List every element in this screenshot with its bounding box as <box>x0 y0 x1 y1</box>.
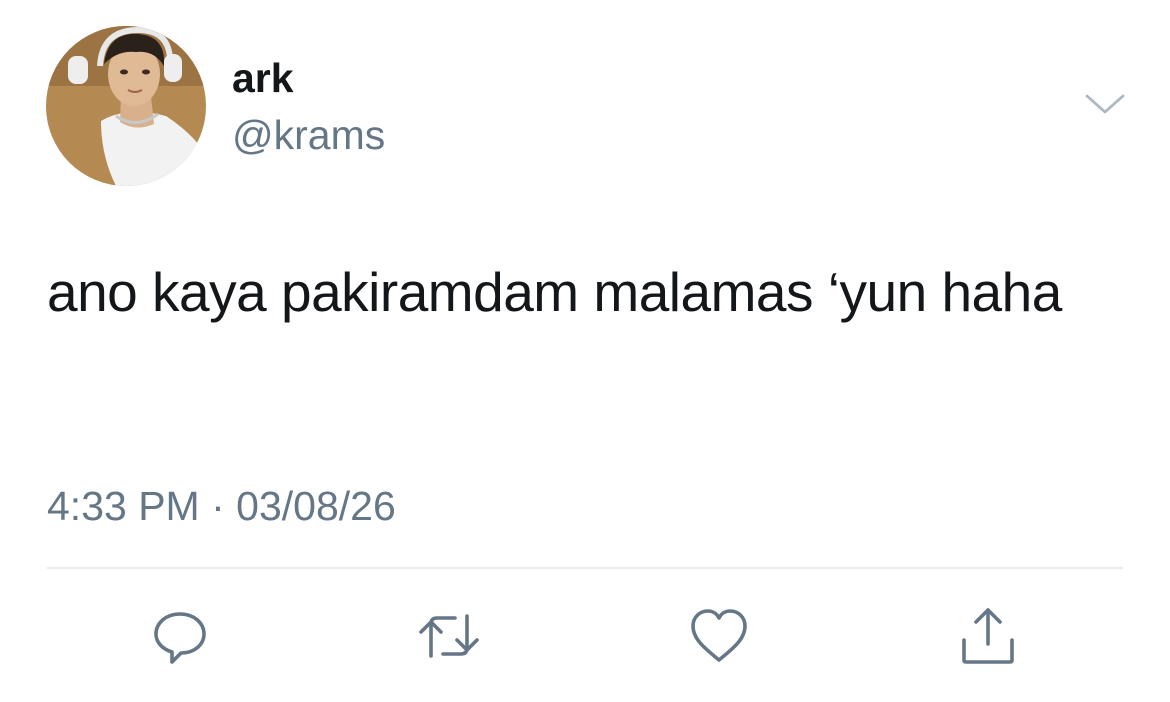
retweet-icon <box>419 614 479 658</box>
tweet-timestamp[interactable]: 4:33 PM · 03/08/26 <box>47 478 396 534</box>
tweet-text: ano kaya pakiramdam malamas ‘yun haha <box>47 261 1062 323</box>
meta-separator: · <box>211 483 225 529</box>
share-button[interactable] <box>956 604 1020 668</box>
divider <box>47 567 1123 569</box>
avatar-photo <box>46 26 206 186</box>
tweet-date: 03/08/26 <box>236 483 396 529</box>
chevron-down-icon[interactable] <box>1083 90 1127 120</box>
display-name[interactable]: ark <box>232 53 294 103</box>
avatar[interactable] <box>46 26 206 186</box>
retweet-button[interactable] <box>417 604 481 668</box>
user-handle[interactable]: @krams <box>232 110 385 160</box>
reply-icon <box>154 612 206 664</box>
like-button[interactable] <box>687 604 751 668</box>
tweet-time: 4:33 PM <box>47 483 200 529</box>
tweet-card: ark @krams ano kaya pakiramdam malamas ‘… <box>0 0 1170 702</box>
reply-button[interactable] <box>148 604 212 668</box>
heart-icon <box>691 609 747 662</box>
share-icon <box>962 608 1014 664</box>
